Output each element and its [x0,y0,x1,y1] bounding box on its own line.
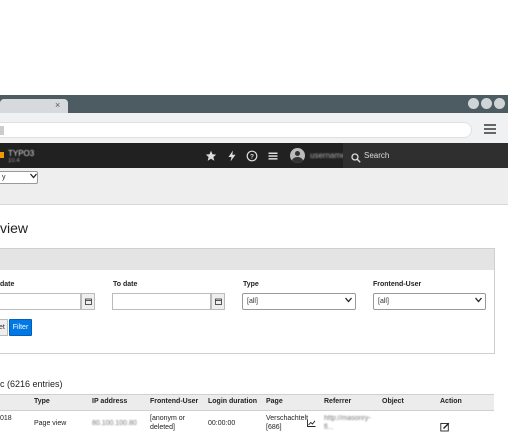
row-user: [anonym or deleted] [150,415,186,431]
reset-button[interactable]: et [0,319,8,336]
column-header-duration[interactable]: Login duration [208,398,257,405]
column-header-referrer[interactable]: Referrer [324,398,351,405]
type-select[interactable]: [all] [242,293,356,310]
filter-button-label: Filter [12,324,29,331]
calendar-icon[interactable] [81,293,95,310]
maximize-icon[interactable] [481,98,492,109]
help-icon[interactable]: ? [246,150,258,162]
chevron-down-icon [345,296,352,305]
from-date-label: date [0,281,15,288]
column-header-object[interactable]: Object [382,398,404,405]
browser-tab-bar [0,95,508,113]
chevron-down-icon [475,296,482,305]
close-tab-icon[interactable]: × [55,100,60,110]
row-type: Page view [34,420,67,427]
column-header-type[interactable]: Type [34,398,50,405]
doc-header [0,168,508,205]
url-fragment [0,126,4,135]
to-date-label: To date [113,281,138,288]
search-icon [351,150,361,163]
calendar-icon[interactable] [211,293,225,310]
site-name: TYPO3 [8,149,35,158]
window-close-icon[interactable] [494,98,505,109]
to-date-input[interactable] [112,293,211,310]
type-select-value: [all] [247,298,258,305]
logo-icon[interactable] [0,152,4,158]
minimize-icon[interactable] [468,98,479,109]
table-row [0,411,494,430]
list-icon[interactable] [267,150,279,162]
edit-icon[interactable] [440,419,450,437]
site-version: 10.4 [8,158,20,164]
reset-button-label: et [0,324,5,331]
module-menu-value: y [2,174,6,181]
address-bar[interactable] [0,122,472,138]
username[interactable]: username [310,151,346,160]
star-icon[interactable] [205,150,217,162]
frontend-user-label: Frontend-User [373,281,422,288]
user-avatar-icon[interactable] [290,148,305,163]
frontend-user-select[interactable]: [all] [373,293,486,310]
lightning-icon[interactable] [226,150,238,162]
column-header-page[interactable]: Page [266,398,283,405]
row-duration: 00:00:00 [208,420,236,427]
filter-panel-header [0,249,494,270]
row-ip: 80.100.100.80 [92,420,137,427]
search-label[interactable]: Search [364,151,389,160]
type-label: Type [243,281,259,288]
frontend-user-select-value: [all] [378,298,389,305]
svg-text:?: ? [250,153,254,160]
column-header-ip[interactable]: IP address [92,398,127,405]
results-heading: c (6216 entries) [0,379,63,389]
from-date-input[interactable] [0,293,81,310]
chevron-down-icon [30,173,37,181]
row-referrer[interactable]: http://masonry-fl... [324,414,374,432]
column-header-action[interactable]: Action [440,398,462,405]
chart-icon[interactable] [307,414,316,432]
row-date: 018 [0,415,12,422]
row-page[interactable]: Verschachtelt [686] [266,414,308,432]
filter-button[interactable]: Filter [9,319,32,336]
browser-menu-icon[interactable] [484,124,496,134]
page-title: view [0,220,29,236]
column-header-user[interactable]: Frontend-User [150,398,198,405]
